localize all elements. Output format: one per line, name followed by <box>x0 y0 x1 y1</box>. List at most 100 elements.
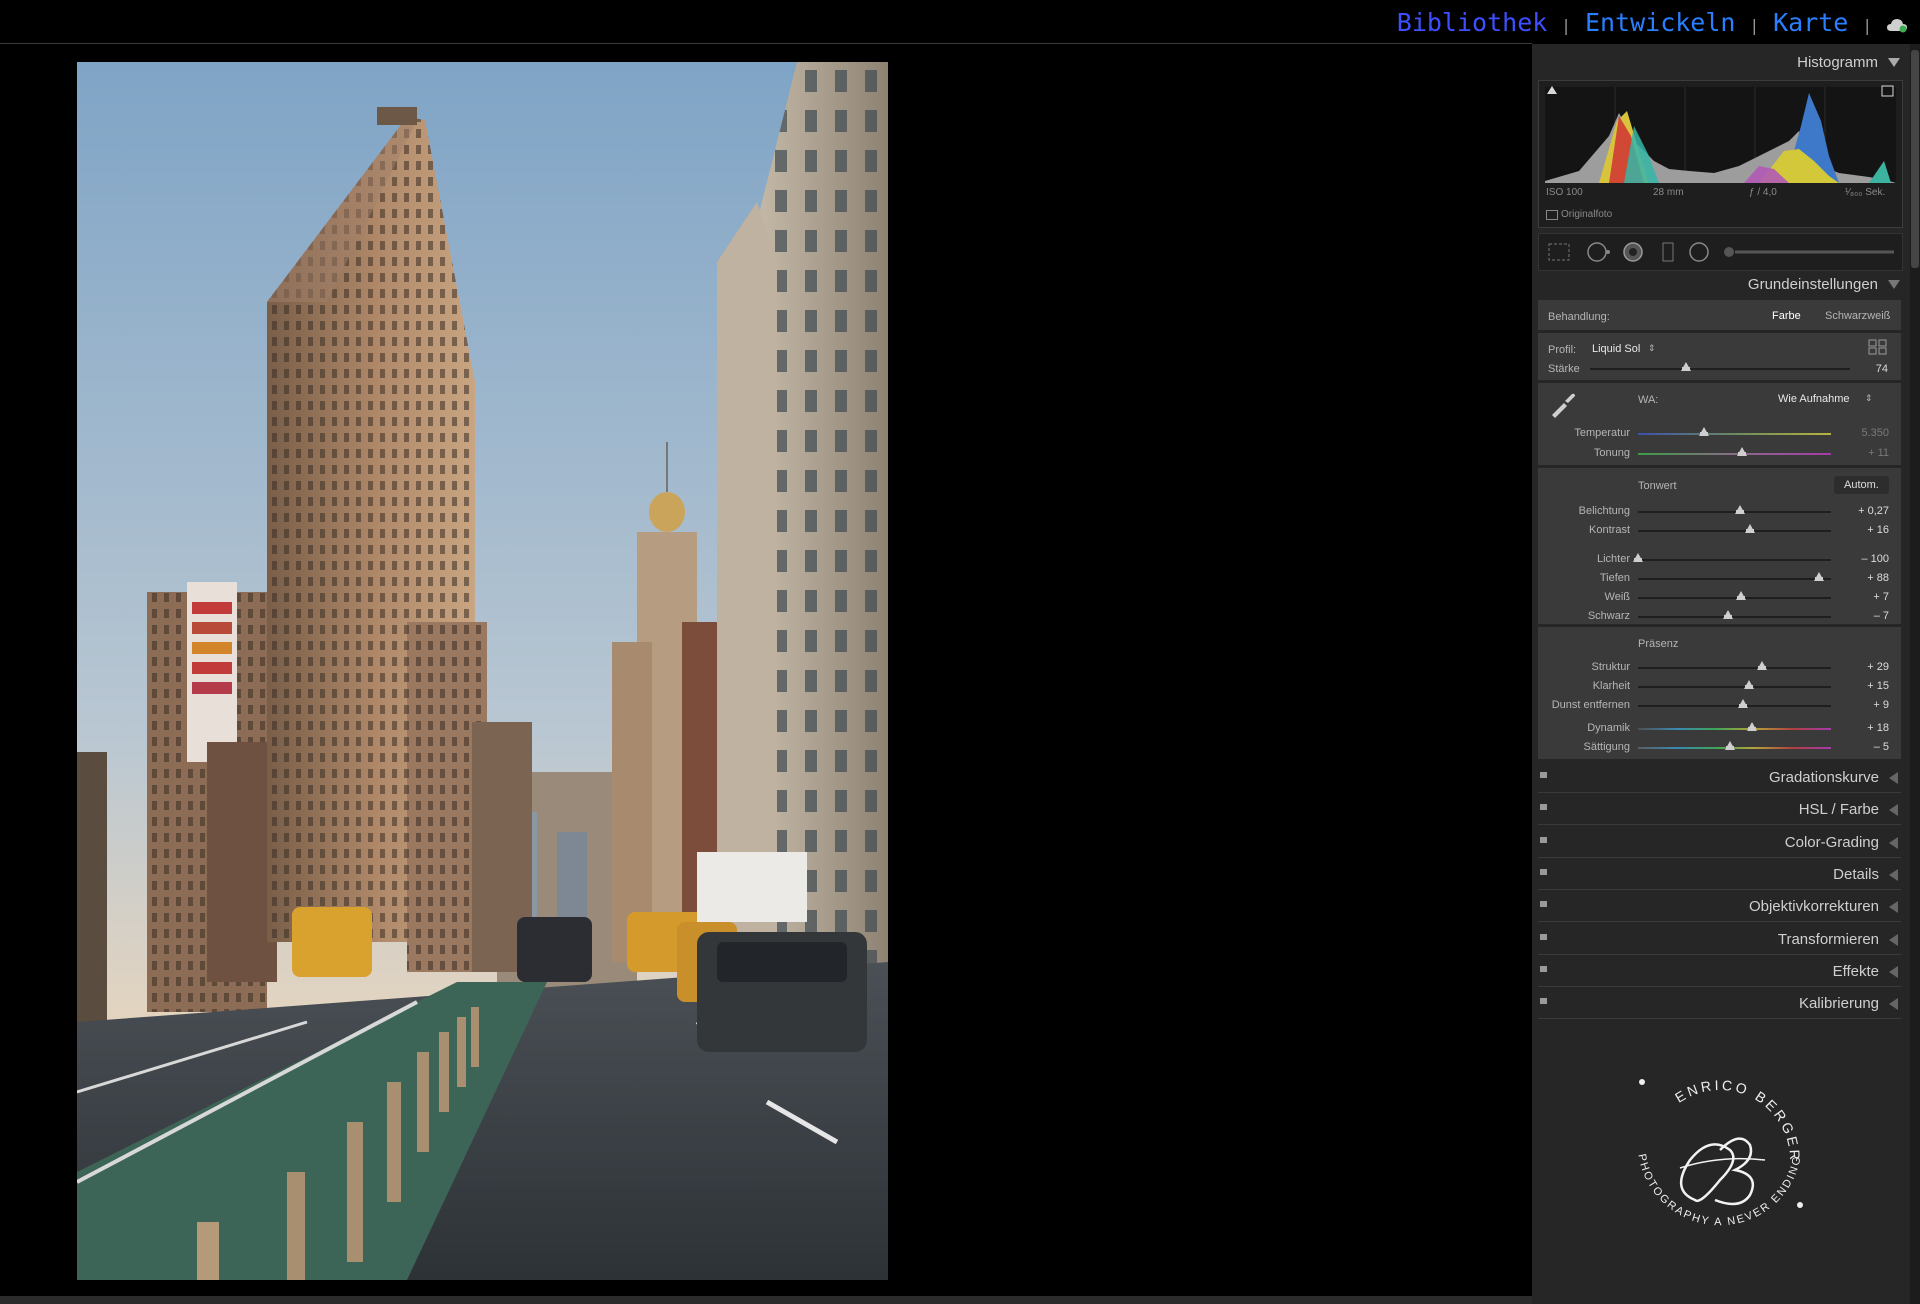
slider-track[interactable] <box>1638 453 1831 455</box>
slider-track[interactable] <box>1638 530 1831 532</box>
slider-knob[interactable] <box>1757 661 1768 670</box>
slider-value[interactable]: – 7 <box>1839 610 1889 622</box>
panel-toggle-icon[interactable] <box>1540 772 1547 778</box>
slider-value[interactable]: + 7 <box>1839 591 1889 603</box>
slider-value[interactable]: + 0,27 <box>1839 505 1889 517</box>
slider-value[interactable]: + 18 <box>1839 722 1889 734</box>
histogram-graph <box>1545 85 1896 183</box>
original-photo-label: Originalfoto <box>1561 209 1613 220</box>
panel-divider <box>1538 856 1901 858</box>
panel-toggle-icon[interactable] <box>1540 804 1547 811</box>
slider-track[interactable] <box>1638 667 1831 669</box>
radial-filter-icon <box>1689 242 1709 262</box>
amount-value[interactable]: 74 <box>1838 363 1888 375</box>
panel-hsl-farbe[interactable]: HSL / Farbe <box>1538 795 1901 826</box>
slider-track[interactable] <box>1638 433 1831 435</box>
slider-label: Tonung <box>1593 447 1630 459</box>
basic-panel-header[interactable]: Grundeinstellungen <box>1748 276 1900 293</box>
panel-transformieren[interactable]: Transformieren <box>1538 925 1901 955</box>
slider-value[interactable]: – 5 <box>1839 741 1889 753</box>
module-map[interactable]: Karte <box>1773 8 1848 37</box>
slider-knob[interactable] <box>1738 699 1749 708</box>
slider-value[interactable]: + 16 <box>1839 524 1889 536</box>
expand-icon <box>1889 868 1898 881</box>
expand-icon <box>1889 772 1898 784</box>
panel-toggle-icon[interactable] <box>1540 933 1547 940</box>
treatment-bw-button[interactable]: Schwarzweiß <box>1825 310 1890 322</box>
top-divider <box>0 43 1532 44</box>
profile-browser-icon[interactable] <box>1868 339 1888 355</box>
panel-title: Effekte <box>1832 962 1879 980</box>
panel-details[interactable]: Details <box>1538 860 1901 890</box>
slider-value[interactable]: + 88 <box>1839 572 1889 584</box>
panel-color-grading[interactable]: Color-Grading <box>1538 828 1901 858</box>
slider-knob[interactable] <box>1737 447 1748 456</box>
panel-toggle-icon[interactable] <box>1540 998 1547 1005</box>
slider-knob[interactable] <box>1736 591 1747 600</box>
panel-scroll-thumb[interactable] <box>1911 50 1919 268</box>
white-balance-section: WA: Wie Aufnahme ⇕ Temperatur 5.350 Tonung… <box>1538 383 1901 465</box>
cloud-sync-icon[interactable] <box>1886 17 1908 33</box>
eyedropper-icon[interactable] <box>1548 389 1578 419</box>
slider-track[interactable] <box>1638 728 1831 730</box>
slider-knob[interactable] <box>1743 680 1754 689</box>
slider-knob[interactable] <box>1744 524 1755 533</box>
treatment-color-button[interactable]: Farbe <box>1772 310 1801 322</box>
photo-preview[interactable] <box>77 62 888 1280</box>
amount-slider-track[interactable] <box>1590 368 1850 370</box>
histogram[interactable]: ISO 100 28 mm ƒ / 4,0 ¹⁄₈₀₀ Sek. Origina… <box>1538 80 1903 228</box>
histogram-iso: ISO 100 <box>1546 187 1583 198</box>
slider-track[interactable] <box>1638 686 1831 688</box>
panel-objektivkorrekturen[interactable]: Objektivkorrekturen <box>1538 892 1901 923</box>
panel-toggle-icon[interactable] <box>1540 868 1547 875</box>
slider-knob[interactable] <box>1746 722 1757 731</box>
slider-track[interactable] <box>1638 705 1831 707</box>
auto-tone-button[interactable]: Autom. <box>1834 476 1889 494</box>
wb-dropdown[interactable]: Wie Aufnahme <box>1778 393 1850 405</box>
profile-dropdown[interactable]: Liquid Sol <box>1592 343 1640 355</box>
slider-track[interactable] <box>1638 559 1831 561</box>
slider-label: Temperatur <box>1574 427 1630 439</box>
slider-label: Dynamik <box>1587 722 1630 734</box>
presence-label: Präsenz <box>1638 638 1679 650</box>
histogram-aperture: ƒ / 4,0 <box>1749 187 1777 198</box>
slider-label: Weiß <box>1604 591 1630 603</box>
panel-divider <box>1538 1018 1901 1020</box>
slider-track[interactable] <box>1638 616 1831 618</box>
module-develop[interactable]: Entwickeln <box>1585 8 1736 37</box>
panel-toggle-icon[interactable] <box>1540 901 1547 908</box>
tone-label: Tonwert <box>1638 480 1677 492</box>
module-library[interactable]: Bibliothek <box>1397 8 1548 37</box>
panel-kalibrierung[interactable]: Kalibrierung <box>1538 989 1901 1020</box>
expand-icon <box>1889 998 1898 1011</box>
panel-toggle-icon[interactable] <box>1540 836 1547 843</box>
slider-knob[interactable] <box>1734 505 1745 514</box>
slider-value[interactable]: + 9 <box>1839 699 1889 711</box>
slider-track[interactable] <box>1638 597 1831 599</box>
slider-knob[interactable] <box>1724 741 1735 750</box>
slider-knob[interactable] <box>1698 427 1709 436</box>
svg-text:ENRICO BERGER: ENRICO BERGER <box>1672 1077 1803 1163</box>
treatment-row: Behandlung: Farbe Schwarzweiß <box>1538 300 1901 330</box>
slider-value[interactable]: + 15 <box>1839 680 1889 692</box>
slider-knob[interactable] <box>1722 610 1733 619</box>
slider-value[interactable]: 5.350 <box>1839 427 1889 439</box>
slider-value[interactable]: + 11 <box>1839 447 1889 459</box>
slider-track[interactable] <box>1638 578 1831 580</box>
panel-gradationskurve[interactable]: Gradationskurve <box>1538 763 1901 793</box>
expand-icon <box>1889 933 1898 946</box>
histogram-header[interactable]: Histogramm <box>1797 54 1900 71</box>
slider-knob[interactable] <box>1814 572 1825 581</box>
expand-icon <box>1889 965 1898 978</box>
module-picker: Bibliothek | Entwickeln | Karte | <box>1397 8 1908 37</box>
filmstrip-divider[interactable] <box>0 1296 1532 1304</box>
module-separator: | <box>1561 16 1571 35</box>
panel-divider <box>1538 953 1901 955</box>
panel-toggle-icon[interactable] <box>1540 965 1547 972</box>
slider-knob[interactable] <box>1633 553 1643 562</box>
slider-value[interactable]: – 100 <box>1839 553 1889 565</box>
amount-slider-knob[interactable] <box>1681 362 1692 371</box>
original-photo-icon[interactable] <box>1546 210 1558 220</box>
slider-value[interactable]: + 29 <box>1839 661 1889 673</box>
panel-effekte[interactable]: Effekte <box>1538 957 1901 987</box>
